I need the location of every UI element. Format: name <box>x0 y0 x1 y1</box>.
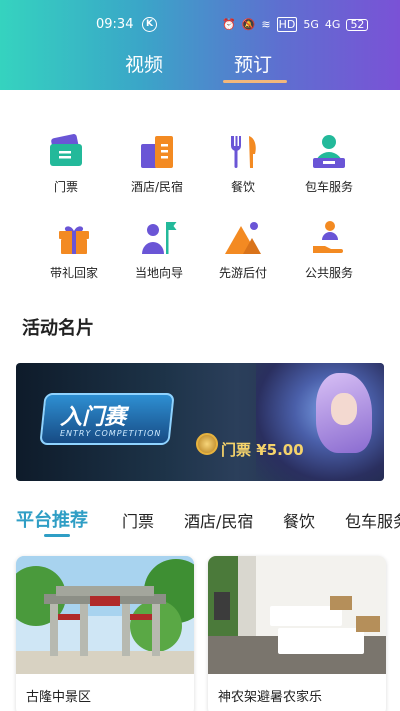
banner-logo-text: 入门赛 <box>60 405 127 430</box>
hd-icon: HD <box>276 17 298 32</box>
service-chauffeur[interactable]: 包车服务 <box>279 132 379 195</box>
card-image-room <box>208 556 386 674</box>
category-tab-recommend[interactable]: 平台推荐 <box>16 506 88 532</box>
status-icons: ⏰ 🔕 ≋ HD 5G 4G 52 <box>222 17 369 32</box>
card-title: 古隆中景区 <box>26 690 92 705</box>
service-label: 公共服务 <box>304 266 353 280</box>
medal-icon <box>196 433 218 455</box>
service-label: 酒店/民宿 <box>130 180 184 194</box>
hotel-icon <box>137 132 177 172</box>
service-tickets[interactable]: 门票 <box>16 132 116 195</box>
battery-icon: 52 <box>346 18 369 31</box>
service-dining[interactable]: 餐饮 <box>193 132 293 195</box>
category-tab-chauffeur[interactable]: 包车服务 <box>345 508 400 532</box>
ticket-icon <box>46 132 86 172</box>
category-tab-dining[interactable]: 餐饮 <box>283 508 315 532</box>
service-pay-later[interactable]: 先游后付 <box>193 218 293 281</box>
card-title: 神农架避暑农家乐 <box>218 690 323 705</box>
status-bar: 09:34 K ⏰ 🔕 ≋ HD 5G 4G 52 <box>0 14 400 38</box>
gift-icon <box>54 218 94 258</box>
k-badge-icon: K <box>142 17 157 32</box>
category-tab-hotel[interactable]: 酒店/民宿 <box>184 508 253 532</box>
banner-character-face <box>331 393 357 425</box>
tab-underline <box>223 80 287 83</box>
category-underline <box>44 534 70 537</box>
guide-icon <box>139 218 179 258</box>
banner-price: 门票 ¥5.00 <box>221 441 304 459</box>
chauffeur-icon <box>309 132 349 172</box>
service-label: 先游后付 <box>218 266 267 280</box>
public-service-icon <box>309 218 349 258</box>
status-time: 09:34 <box>96 17 134 32</box>
banner-logo-subtitle: ENTRY COMPETITION <box>60 429 162 438</box>
service-public[interactable]: 公共服务 <box>279 218 379 281</box>
signal-4g-icon: 4G <box>324 18 341 31</box>
mute-icon: 🔕 <box>241 18 256 31</box>
activity-banner[interactable]: 入门赛 ENTRY COMPETITION 门票 ¥5.00 <box>16 363 384 481</box>
signal-5g-icon: 5G <box>303 18 319 31</box>
alarm-icon: ⏰ <box>222 18 236 31</box>
service-label: 餐饮 <box>230 180 255 194</box>
listing-card[interactable]: 神农架避暑农家乐 <box>208 556 386 711</box>
card-image-scenic-gate <box>16 556 194 674</box>
category-tab-tickets[interactable]: 门票 <box>122 508 154 532</box>
cutlery-icon <box>223 132 263 172</box>
mountain-icon <box>223 218 263 258</box>
wifi-icon: ≋ <box>261 18 271 31</box>
section-title: 活动名片 <box>22 318 94 339</box>
tab-video[interactable]: 视频 <box>125 50 163 77</box>
tab-booking[interactable]: 预订 <box>234 50 272 77</box>
service-label: 包车服务 <box>304 180 353 194</box>
service-hotel[interactable]: 酒店/民宿 <box>107 132 207 195</box>
top-header: 09:34 K ⏰ 🔕 ≋ HD 5G 4G 52 视频 预订 <box>0 0 400 90</box>
service-label: 门票 <box>53 180 78 194</box>
listing-card[interactable]: 古隆中景区 <box>16 556 194 711</box>
